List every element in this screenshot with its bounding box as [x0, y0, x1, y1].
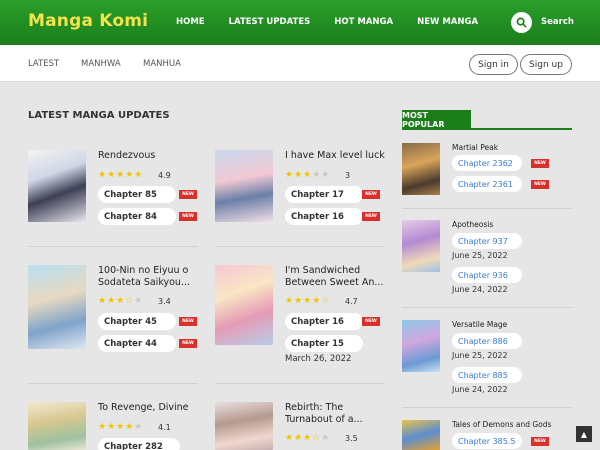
subnav-manhwa[interactable]: MANHWA: [81, 59, 121, 69]
rating-value: 3: [345, 170, 351, 180]
rating-stars-icon: ★★★☆★: [98, 296, 144, 306]
main-nav: HOME LATEST UPDATES HOT MANGA NEW MANGA: [176, 17, 502, 27]
manga-cover[interactable]: [215, 402, 273, 450]
rating-stars-icon: ★★★☆★: [285, 433, 331, 443]
divider: [402, 407, 572, 408]
most-popular-underline: [402, 128, 572, 130]
rating-value: 4.9: [158, 170, 171, 180]
most-popular-title: MOST POPULAR: [402, 110, 471, 129]
manga-title[interactable]: To Revenge, Divine: [98, 402, 202, 414]
chapter-link[interactable]: Chapter 15: [285, 335, 363, 352]
chapter-link[interactable]: Chapter 85: [98, 186, 176, 203]
divider: [402, 307, 572, 308]
manga-rating: ★★★★★ 3: [285, 170, 350, 180]
rating-value: 4.1: [158, 422, 171, 432]
popular-chapter-link[interactable]: Chapter 936: [452, 267, 522, 283]
chapter-link[interactable]: Chapter 282: [98, 438, 180, 450]
popular-chapter-date: June 25, 2022: [452, 351, 508, 360]
popular-cover[interactable]: [402, 143, 440, 195]
new-badge: NEW: [362, 317, 380, 326]
manga-cover[interactable]: [215, 265, 273, 345]
rating-value: 3.5: [345, 433, 358, 443]
popular-chapter-link[interactable]: Chapter 2361: [452, 176, 522, 192]
nav-hot-manga[interactable]: HOT MANGA: [334, 17, 393, 27]
chapter-link[interactable]: Chapter 16: [285, 313, 363, 330]
manga-title[interactable]: I'm Sandwiched Between Sweet An...: [285, 265, 391, 289]
subnav-latest[interactable]: LATEST: [28, 59, 59, 69]
search-icon: [516, 17, 527, 28]
divider: [28, 246, 198, 247]
popular-title[interactable]: Apotheosis: [452, 220, 493, 229]
sub-nav: LATEST MANHWA MANHUA Sign in Sign up: [0, 45, 600, 82]
chapter-link[interactable]: Chapter 84: [98, 208, 176, 225]
manga-title[interactable]: Rendezvous: [98, 150, 202, 162]
popular-cover[interactable]: [402, 220, 440, 272]
manga-rating: ★★★☆★ 3.5: [285, 433, 358, 443]
manga-title[interactable]: Rebirth: The Turnabout of a...: [285, 402, 391, 426]
popular-title[interactable]: Versatile Mage: [452, 320, 507, 329]
manga-title[interactable]: I have Max level luck: [285, 150, 389, 162]
divider: [402, 208, 572, 209]
site-header: Manga Komi HOME LATEST UPDATES HOT MANGA…: [0, 0, 600, 45]
search-button[interactable]: [511, 12, 532, 33]
popular-chapter-date: June 25, 2022: [452, 251, 508, 260]
sign-in-button[interactable]: Sign in: [469, 54, 518, 75]
popular-cover[interactable]: [402, 320, 440, 372]
new-badge: NEW: [179, 190, 197, 199]
manga-rating: ★★★☆★ 3.4: [98, 296, 171, 306]
scroll-to-top-button[interactable]: ▲: [576, 426, 592, 442]
nav-new-manga[interactable]: NEW MANGA: [417, 17, 478, 27]
manga-rating: ★★★★★ 4.9: [98, 170, 171, 180]
manga-rating: ★★★★☆ 4.7: [285, 296, 358, 306]
section-title: LATEST MANGA UPDATES: [28, 110, 170, 121]
chapter-link[interactable]: Chapter 45: [98, 313, 176, 330]
new-badge: NEW: [362, 190, 380, 199]
manga-rating: ★★★★★ 4.1: [98, 422, 171, 432]
chapter-date: March 26, 2022: [285, 354, 352, 364]
manga-cover[interactable]: [28, 402, 86, 450]
popular-chapter-link[interactable]: Chapter 937: [452, 233, 522, 249]
divider: [215, 383, 385, 384]
rating-stars-icon: ★★★★★: [285, 170, 331, 180]
new-badge: NEW: [531, 437, 549, 446]
popular-chapter-date: June 24, 2022: [452, 285, 508, 294]
chapter-link[interactable]: Chapter 17: [285, 186, 363, 203]
divider: [215, 246, 385, 247]
manga-title[interactable]: 100-Nin no Eiyuu o Sodateta Saikyou...: [98, 265, 202, 289]
subnav-manhua[interactable]: MANHUA: [143, 59, 181, 69]
popular-chapter-link[interactable]: Chapter 885: [452, 367, 522, 383]
new-badge: NEW: [179, 212, 197, 221]
rating-stars-icon: ★★★★☆: [285, 296, 331, 306]
popular-chapter-date: June 24, 2022: [452, 385, 508, 394]
chapter-link[interactable]: Chapter 16: [285, 208, 363, 225]
new-badge: NEW: [179, 339, 197, 348]
popular-chapter-link[interactable]: Chapter 385.5: [452, 433, 522, 449]
divider: [28, 383, 198, 384]
nav-latest-updates[interactable]: LATEST UPDATES: [229, 17, 311, 27]
nav-home[interactable]: HOME: [176, 17, 205, 27]
rating-stars-icon: ★★★★★: [98, 422, 144, 432]
popular-title[interactable]: Tales of Demons and Gods: [452, 420, 551, 429]
manga-cover[interactable]: [28, 265, 86, 349]
new-badge: NEW: [362, 212, 380, 221]
popular-title[interactable]: Martial Peak: [452, 143, 498, 152]
new-badge: NEW: [531, 159, 549, 168]
rating-value: 4.7: [345, 296, 358, 306]
manga-cover[interactable]: [215, 150, 273, 222]
rating-value: 3.4: [158, 296, 171, 306]
new-badge: NEW: [531, 180, 549, 189]
popular-chapter-link[interactable]: Chapter 886: [452, 333, 522, 349]
rating-stars-icon: ★★★★★: [98, 170, 144, 180]
search-label[interactable]: Search: [541, 17, 574, 27]
popular-chapter-link[interactable]: Chapter 2362: [452, 155, 522, 171]
chapter-link[interactable]: Chapter 44: [98, 335, 176, 352]
new-badge: NEW: [179, 317, 197, 326]
arrow-up-icon: ▲: [580, 429, 588, 439]
popular-cover[interactable]: [402, 420, 440, 450]
site-logo[interactable]: Manga Komi: [28, 11, 148, 31]
manga-cover[interactable]: [28, 150, 86, 222]
sign-up-button[interactable]: Sign up: [520, 54, 572, 75]
